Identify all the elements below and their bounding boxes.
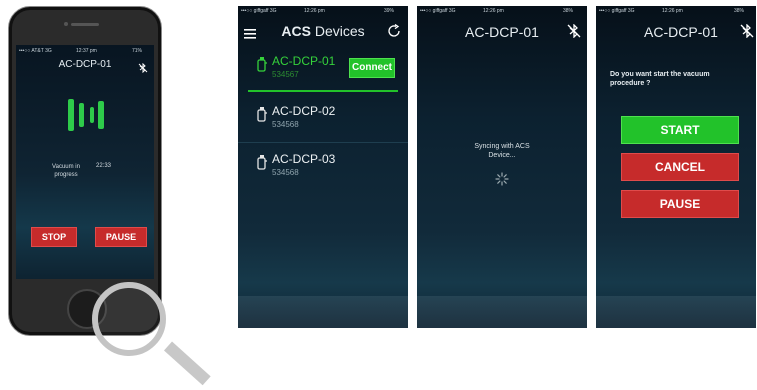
status-carrier: •••○○ giffgaff 3G — [241, 8, 277, 14]
title-brand: ACS — [281, 23, 311, 39]
device-tank-icon — [256, 154, 268, 170]
screen-device-list: •••○○ giffgaff 3G 12:26 pm 39% ACS Devic… — [238, 6, 408, 328]
pause-button[interactable]: PAUSE — [95, 227, 147, 247]
device-name: AC-DCP-01 — [272, 54, 336, 68]
device-id: 534568 — [272, 120, 299, 129]
page-title: AC-DCP-01 — [465, 24, 539, 40]
device-tank-icon — [256, 56, 268, 72]
device-tank-icon — [256, 106, 268, 122]
sync-message: Syncing with ACS Device... — [417, 142, 587, 160]
device-id: 534567 — [272, 70, 299, 79]
screen-syncing: •••○○ giffgaff 3G 12:26 pm 38% AC-DCP-01… — [417, 6, 587, 328]
list-item-device-1[interactable]: AC-DCP-01 534567 Connect — [238, 48, 408, 92]
bluetooth-off-icon[interactable] — [740, 23, 754, 39]
device-name: AC-DCP-03 — [272, 152, 336, 166]
floor-decoration — [417, 296, 587, 328]
device-id: 534568 — [272, 168, 299, 177]
status-time: 12:26 pm — [662, 8, 683, 14]
magnifier-lens-icon — [92, 282, 166, 356]
vacuum-animation-icon — [64, 97, 108, 133]
title-rest: Devices — [314, 23, 365, 39]
loading-spinner-icon — [495, 172, 509, 186]
status-battery: 39% — [384, 8, 395, 14]
status-time: 12:26 pm — [304, 8, 325, 14]
start-button[interactable]: START — [621, 116, 739, 144]
list-item-device-3[interactable]: AC-DCP-03 534568 — [238, 146, 408, 190]
pause-button[interactable]: PAUSE — [621, 190, 739, 218]
menu-icon[interactable] — [244, 26, 256, 39]
floor-decoration — [238, 296, 408, 328]
page-title: ACS Devices — [268, 23, 378, 39]
refresh-icon[interactable] — [387, 23, 401, 38]
status-time: 12:37 pm — [76, 48, 97, 54]
status-carrier: •••○○ giffgaff 3G — [420, 8, 456, 14]
vacuum-status-label: Vacuum in progress — [52, 164, 80, 178]
connect-button[interactable]: Connect — [349, 58, 395, 78]
cancel-button[interactable]: CANCEL — [621, 153, 739, 181]
stop-button[interactable]: STOP — [31, 227, 77, 247]
status-carrier: •••○○ giffgaff 3G — [599, 8, 635, 14]
vacuum-timer: 22:33 — [96, 163, 112, 169]
confirm-question: Do you want start the vacuum procedure ? — [610, 71, 710, 87]
device-title: AC-DCP-01 — [58, 59, 112, 70]
status-battery: 38% — [734, 8, 745, 14]
sync-text-line-1: Syncing with ACS — [474, 143, 530, 150]
floor-decoration — [596, 296, 756, 328]
status-battery: 71% — [132, 48, 143, 54]
phone-camera — [64, 22, 68, 26]
active-underline — [248, 90, 398, 92]
device-name: AC-DCP-02 — [272, 104, 336, 118]
bluetooth-off-icon[interactable] — [567, 23, 581, 39]
phone-speaker — [71, 23, 99, 26]
list-item-device-2[interactable]: AC-DCP-02 534568 — [238, 98, 408, 143]
bluetooth-off-icon[interactable] — [138, 60, 148, 74]
sync-text-line-2: Device... — [488, 152, 516, 159]
phone-screen: •••○○ AT&T 3G 12:37 pm 71% AC-DCP-01 Vac… — [16, 45, 154, 279]
status-time: 12:26 pm — [483, 8, 504, 14]
screen-confirm: •••○○ giffgaff 3G 12:26 pm 38% AC-DCP-01… — [596, 6, 756, 328]
page-title: AC-DCP-01 — [644, 24, 718, 40]
status-battery: 38% — [563, 8, 574, 14]
magnifier-handle-icon — [163, 341, 211, 386]
status-carrier: •••○○ AT&T 3G — [19, 48, 52, 54]
